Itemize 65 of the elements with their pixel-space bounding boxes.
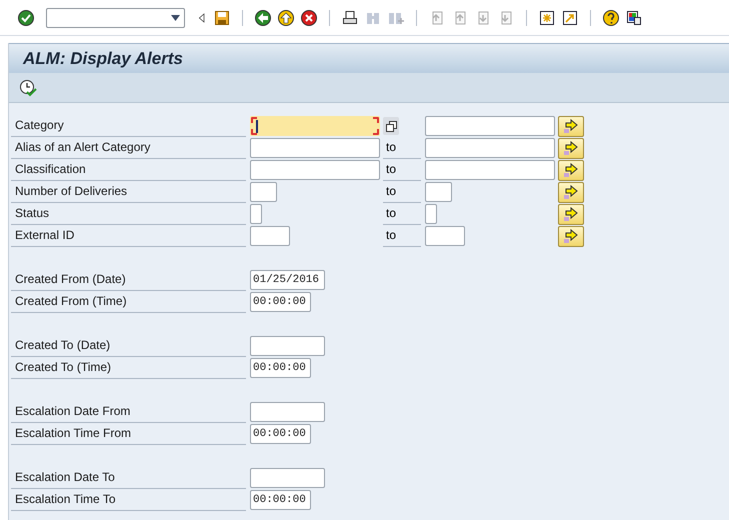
arrow-right-icon [563,229,579,243]
multiple-selection-button[interactable] [558,182,584,202]
multiple-selection-button[interactable] [558,204,584,224]
field-label: Escalation Date From [11,401,246,423]
field-label: Alias of an Alert Category [11,137,246,159]
arrow-right-icon [563,185,579,199]
command-field[interactable] [46,8,185,28]
input-field[interactable] [250,138,380,158]
input-field[interactable] [250,402,325,422]
input-field[interactable]: 00:00:00 [250,292,311,312]
shortcut-icon[interactable] [561,8,579,26]
input-field[interactable] [425,160,555,180]
multiple-selection-button[interactable] [558,116,584,136]
input-field[interactable] [425,204,437,224]
input-field[interactable] [250,182,277,202]
field-label: Escalation Date To [11,467,246,489]
to-label: to [383,203,421,225]
input-field[interactable] [425,116,555,136]
new-window-icon[interactable] [538,8,556,26]
multiple-selection-button[interactable] [558,226,584,246]
check-icon[interactable] [17,8,35,26]
field-label: Category [11,115,246,137]
field-label: Classification [11,159,246,181]
input-field[interactable] [425,182,452,202]
field-label: Status [11,203,246,225]
input-field[interactable] [250,468,325,488]
field-label: External ID [11,225,246,247]
print-icon[interactable] [341,8,359,26]
input-field[interactable] [425,138,555,158]
layout-icon[interactable] [625,8,643,26]
to-label: to [383,137,421,159]
input-field[interactable]: 00:00:00 [250,358,311,378]
input-field[interactable]: 01/25/2016 [250,270,325,290]
field-label: Escalation Time To [11,489,246,511]
arrow-right-icon [563,119,579,133]
field-label: Created To (Date) [11,335,246,357]
cancel-icon[interactable] [300,8,318,26]
save-icon[interactable] [213,8,231,26]
field-label: Number of Deliveries [11,181,246,203]
field-label: Created From (Time) [11,291,246,313]
multiple-selection-button[interactable] [383,117,399,135]
help-icon[interactable] [602,8,620,26]
input-field[interactable] [250,160,380,180]
to-label: to [383,181,421,203]
dropdown-caret-icon[interactable] [171,14,180,20]
back-icon[interactable] [254,8,272,26]
to-label: to [383,225,421,247]
screen-title: ALM: Display Alerts [9,43,729,73]
field-label: Created To (Time) [11,357,246,379]
arrow-right-icon [563,141,579,155]
exit-icon[interactable] [277,8,295,26]
input-field[interactable] [425,226,465,246]
multiple-selection-button[interactable] [558,160,584,180]
input-field[interactable] [250,336,325,356]
field-label: Created From (Date) [11,269,246,291]
to-label: to [383,159,421,181]
input-field[interactable]: 00:00:00 [250,490,311,510]
multiple-selection-button[interactable] [558,138,584,158]
input-field[interactable] [250,204,262,224]
execute-icon[interactable] [19,78,37,96]
input-field[interactable] [250,226,290,246]
field-label: Escalation Time From [11,423,246,445]
arrow-right-icon [563,207,579,221]
arrow-right-icon [563,163,579,177]
input-field[interactable]: 00:00:00 [250,424,311,444]
